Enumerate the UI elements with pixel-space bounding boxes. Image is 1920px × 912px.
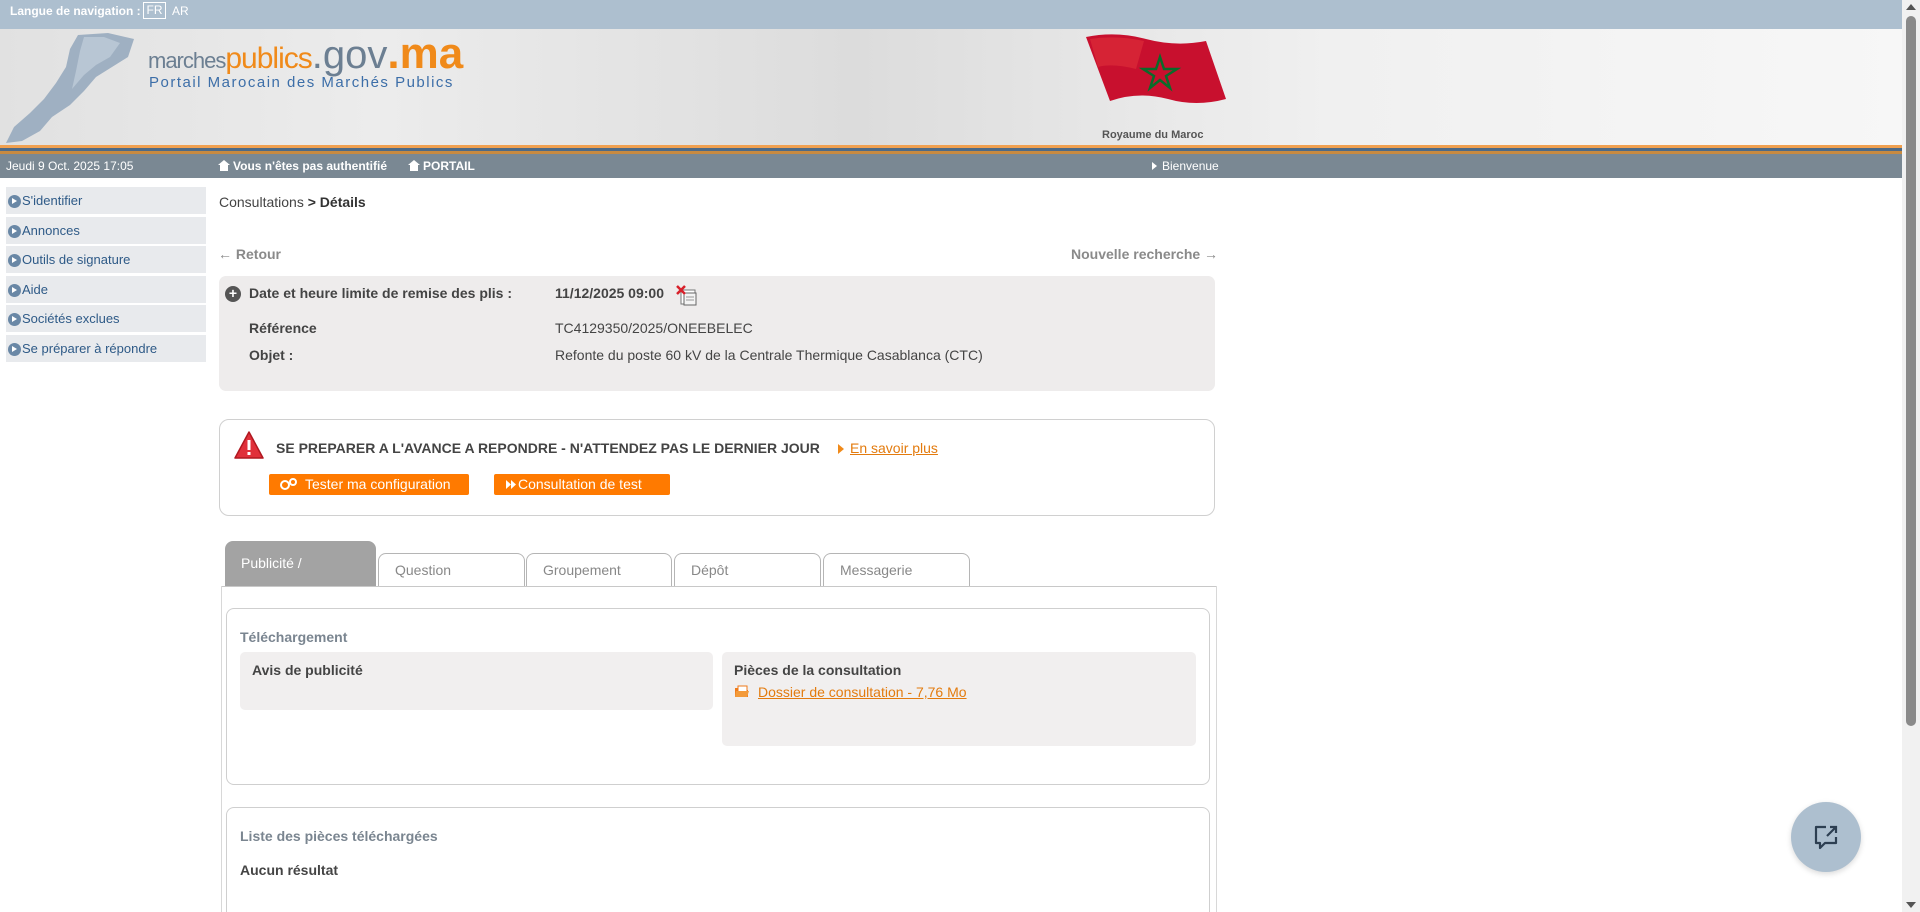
avis-publicite-title: Avis de publicité [252,662,363,678]
breadcrumb-current: Détails [319,194,366,210]
deadline-label: Date et heure limite de remise des plis … [249,285,512,301]
reference-label: Référence [249,320,317,336]
telechargement-card: Téléchargement Avis de publicité Pièces … [226,608,1210,785]
site-logo[interactable]: marchespublics.gov.ma [148,29,463,79]
prepare-warning-title: SE PREPARER A L'AVANCE A REPONDRE - N'AT… [276,440,820,456]
sidebar: S'identifier Annonces Outils de signatur… [6,187,206,364]
tab-messagerie[interactable]: Messagerie [823,553,970,586]
kingdom-label: Royaume du Maroc [1102,129,1204,141]
current-date: Jeudi 9 Oct. 2025 17:05 [6,159,134,173]
circle-arrow-icon [8,342,21,356]
back-link[interactable]: ← Retour [218,246,281,262]
scroll-up-icon[interactable] [1906,4,1916,10]
arrow-right-icon [838,444,844,454]
scroll-down-icon[interactable] [1906,902,1916,908]
deadline-value: 11/12/2025 09:00 [555,285,664,301]
circle-arrow-icon [8,254,21,267]
objet-label: Objet : [249,347,294,363]
language-bar: Langue de navigation : FR AR [0,0,1902,29]
fast-forward-icon [506,480,516,489]
home-icon [408,160,420,171]
home-icon [218,160,230,171]
objet-value: Refonte du poste 60 kV de la Centrale Th… [555,347,983,363]
scrollbar-thumb[interactable] [1906,16,1916,726]
sidebar-item-identifier[interactable]: S'identifier [6,187,206,214]
page-scrollbar[interactable] [1902,0,1920,912]
tab-groupement[interactable]: Groupement [526,553,672,586]
sidebar-item-annonces[interactable]: Annonces [6,216,206,244]
circle-arrow-icon [8,224,21,238]
breadcrumb-consultations[interactable]: Consultations [219,194,304,210]
auth-status: Vous n'êtes pas authentifié [218,159,387,173]
en-savoir-plus-link[interactable]: En savoir plus [838,440,938,456]
new-search-link[interactable]: Nouvelle recherche → [1071,246,1218,262]
test-configuration-button[interactable]: Tester ma configuration [269,474,469,495]
sidebar-item-aide[interactable]: Aide [6,275,206,303]
consultation-details: + Date et heure limite de remise des pli… [219,276,1215,391]
pieces-consultation-title: Pièces de la consultation [734,662,902,678]
lang-fr-button[interactable]: FR [143,2,166,19]
telechargement-title: Téléchargement [240,629,348,645]
plus-circle-icon[interactable]: + [225,286,241,302]
morocco-flag-icon [1086,34,1226,103]
chat-button[interactable] [1791,802,1861,872]
portail-link[interactable]: PORTAIL [408,159,475,173]
circle-arrow-icon [8,283,21,297]
tab-question[interactable]: Question [378,553,525,586]
calendar-icon[interactable] [676,284,698,306]
folder-icon [735,685,749,697]
consultation-test-button[interactable]: Consultation de test [494,474,670,495]
reference-value: TC4129350/2025/ONEEBELEC [555,320,753,336]
tab-depot[interactable]: Dépôt [674,553,821,586]
liste-pieces-card: Liste des pièces téléchargées Aucun résu… [226,807,1210,912]
sidebar-item-se-preparer[interactable]: Se préparer à répondre [6,334,206,362]
avis-publicite-panel: Avis de publicité [240,652,713,710]
gears-icon [280,478,297,490]
prepare-warning-box: SE PREPARER A L'AVANCE A REPONDRE - N'AT… [219,419,1215,516]
arrow-right-icon [1152,162,1157,170]
header-banner: marchespublics.gov.ma Portail Marocain d… [0,29,1902,145]
breadcrumb: Consultations > Détails [219,194,366,210]
bienvenue-link[interactable]: Bienvenue [1152,159,1219,173]
warning-icon [234,431,264,459]
circle-arrow-icon [8,313,21,326]
header-stripe [0,145,1902,154]
site-tagline: Portail Marocain des Marchés Publics [149,74,454,91]
lang-ar-button[interactable]: AR [172,4,189,18]
liste-pieces-title: Liste des pièces téléchargées [240,828,438,844]
morocco-map-icon [6,33,134,143]
tab-publicite[interactable]: Publicité / [225,541,376,586]
dossier-consultation-link[interactable]: Dossier de consultation - 7,76 Mo [758,684,967,700]
chat-icon [1814,825,1838,850]
info-bar: Jeudi 9 Oct. 2025 17:05 Vous n'êtes pas … [0,154,1902,178]
aucun-resultat-text: Aucun résultat [240,862,339,878]
sidebar-item-societes-exclues[interactable]: Sociétés exclues [6,305,206,332]
pieces-consultation-panel: Pièces de la consultation Dossier de con… [722,652,1196,746]
language-label: Langue de navigation : [10,4,141,18]
circle-arrow-icon [8,195,21,208]
sidebar-item-outils-signature[interactable]: Outils de signature [6,246,206,273]
